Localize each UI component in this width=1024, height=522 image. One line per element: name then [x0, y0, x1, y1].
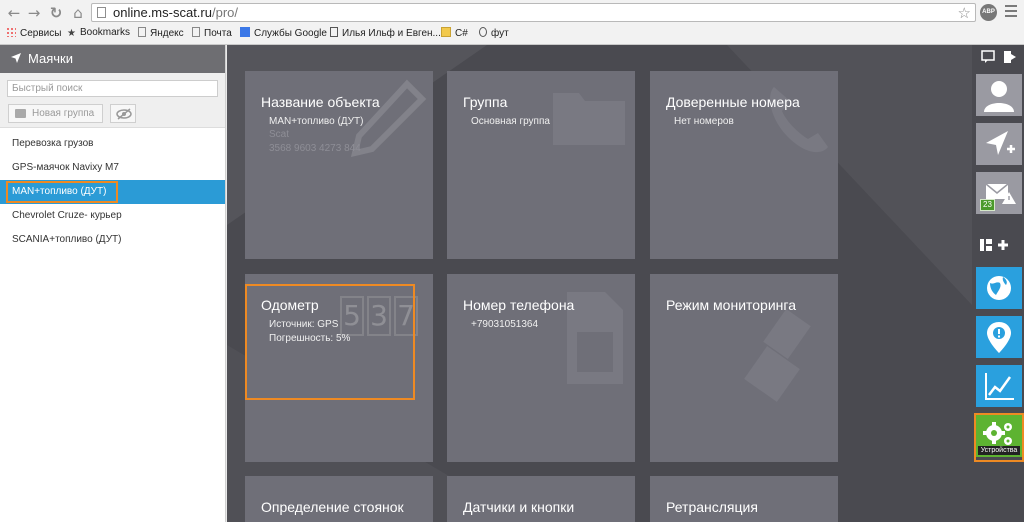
url-text[interactable]: online.ms-scat.ru/pro/ — [113, 5, 238, 20]
address-bar[interactable]: online.ms-scat.ru/pro/ ☆ — [91, 3, 976, 22]
bookmark-ilf[interactable]: Илья Ильф и Евген... — [330, 27, 441, 39]
trusted-numbers-tile[interactable]: Доверенные номера Нет номеров — [650, 71, 838, 259]
bookmark-bookmarks[interactable]: ★ Bookmarks — [67, 27, 130, 39]
monitoring-mode-tile[interactable]: Режим мониторинга — [650, 274, 838, 462]
phone-icon — [770, 87, 828, 153]
panel-header: Маячки — [0, 45, 225, 73]
bookmark-mail[interactable]: Почта — [192, 27, 232, 39]
tile-title: Режим мониторинга — [666, 297, 796, 313]
sensors-tile[interactable]: Датчики и кнопки — [447, 476, 635, 522]
object-name-tile[interactable]: Название объекта MAN+топливо (ДУТ) Scat … — [245, 71, 433, 259]
search-wrap — [0, 73, 225, 100]
group-value: Основная группа — [471, 116, 550, 127]
apps-icon — [6, 27, 16, 37]
page-icon — [97, 7, 106, 18]
bookmark-google[interactable]: Службы Google — [240, 27, 327, 39]
add-beacon-button[interactable] — [976, 123, 1022, 165]
widget-plus-icon — [980, 239, 1008, 251]
folder-icon — [441, 27, 451, 37]
alerts-button[interactable] — [976, 316, 1022, 358]
new-group-button[interactable]: Новая группа — [8, 104, 103, 123]
forward-icon[interactable]: → — [26, 5, 42, 21]
list-item[interactable]: SCANIA+топливо (ДУТ) — [0, 228, 225, 252]
beacons-panel: Маячки Новая группа Перевозка грузов GPS… — [0, 45, 226, 522]
object-model-value: Scat — [269, 129, 290, 140]
bookmark-star-icon[interactable]: ☆ — [958, 4, 971, 22]
page-icon — [192, 27, 200, 37]
eye-icon — [116, 108, 132, 120]
phone-number-tile[interactable]: Номер телефона +79031051364 — [447, 274, 635, 462]
parking-tile[interactable]: Определение стоянок — [245, 476, 433, 522]
menu-icon[interactable] — [1005, 5, 1017, 20]
tile-title: Название объекта — [261, 94, 380, 110]
bookmark-yandex[interactable]: Яндекс — [138, 27, 184, 39]
bookmark-fut[interactable]: фут — [479, 27, 509, 39]
tile-title: Определение стоянок — [261, 499, 404, 515]
bookmark-services[interactable]: Сервисы — [6, 27, 61, 39]
browser-chrome: ← → ↻ ⌂ online.ms-scat.ru/pro/ ☆ ABP Сер… — [0, 0, 1024, 45]
highlight-box — [6, 181, 118, 203]
add-widget-button[interactable] — [976, 232, 1022, 260]
reports-button[interactable] — [976, 365, 1022, 407]
folder-icon — [553, 93, 625, 145]
logout-icon[interactable] — [1003, 50, 1017, 64]
bookmarks-bar: Сервисы ★ Bookmarks Яндекс Почта Службы G… — [0, 25, 1024, 43]
list-item[interactable]: GPS-маячок Navixy M7 — [0, 156, 225, 180]
relay-tile[interactable]: Ретрансляция — [650, 476, 838, 522]
trusted-value: Нет номеров — [674, 116, 734, 127]
navigation-plus-icon — [986, 131, 1015, 155]
list-item[interactable]: Chevrolet Cruze- курьер — [0, 204, 225, 228]
odometer-highlight-box — [245, 284, 415, 400]
phone-value: +79031051364 — [471, 319, 539, 330]
folder-plus-icon — [15, 109, 26, 118]
map-button[interactable] — [976, 267, 1022, 309]
location-alert-icon — [987, 322, 1011, 353]
group-tile[interactable]: Группа Основная группа — [447, 71, 635, 259]
panel-tools: Новая группа — [0, 100, 225, 128]
messages-badge: 23 — [980, 199, 995, 211]
messages-button[interactable]: 23 — [976, 172, 1022, 214]
list-item-active[interactable]: MAN+топливо (ДУТ) — [0, 180, 225, 204]
feedback-icon[interactable] — [981, 50, 995, 64]
tile-title: Группа — [463, 94, 508, 110]
satellite-icon — [744, 309, 811, 402]
tile-title: Доверенные номера — [666, 94, 800, 110]
site-icon — [479, 27, 487, 37]
toolbar-top — [972, 45, 1024, 68]
right-toolbar: 23 Устройства — [972, 45, 1024, 522]
bookmark-csharp[interactable]: C# — [441, 27, 468, 39]
navigation-arrow-icon — [11, 53, 21, 63]
home-icon[interactable]: ⌂ — [70, 5, 86, 21]
google-icon — [240, 27, 250, 37]
tile-title: Датчики и кнопки — [463, 499, 575, 515]
object-name-value: MAN+топливо (ДУТ) — [269, 116, 364, 127]
quick-search-input[interactable] — [7, 80, 218, 97]
tile-title: Номер телефона — [463, 297, 575, 313]
globe-icon — [987, 276, 1011, 300]
profile-button[interactable] — [976, 74, 1022, 116]
page-icon — [138, 27, 146, 37]
tile-title: Ретрансляция — [666, 499, 758, 515]
chart-line-icon — [985, 373, 1014, 400]
object-id-value: 3568 9603 4273 844 — [269, 143, 361, 154]
devices-highlight-box — [974, 413, 1024, 462]
user-icon — [984, 81, 1014, 112]
settings-area: Название объекта MAN+топливо (ДУТ) Scat … — [227, 45, 972, 522]
star-icon: ★ — [67, 28, 76, 39]
back-icon[interactable]: ← — [6, 5, 22, 21]
adblock-icon[interactable]: ABP — [980, 4, 997, 21]
beacon-list: Перевозка грузов GPS-маячок Navixy M7 MA… — [0, 128, 225, 252]
visibility-toggle-button[interactable] — [110, 104, 136, 123]
list-item[interactable]: Перевозка грузов — [0, 132, 225, 156]
reload-icon[interactable]: ↻ — [48, 5, 64, 21]
site-icon — [330, 27, 338, 37]
panel-title: Маячки — [28, 51, 73, 66]
